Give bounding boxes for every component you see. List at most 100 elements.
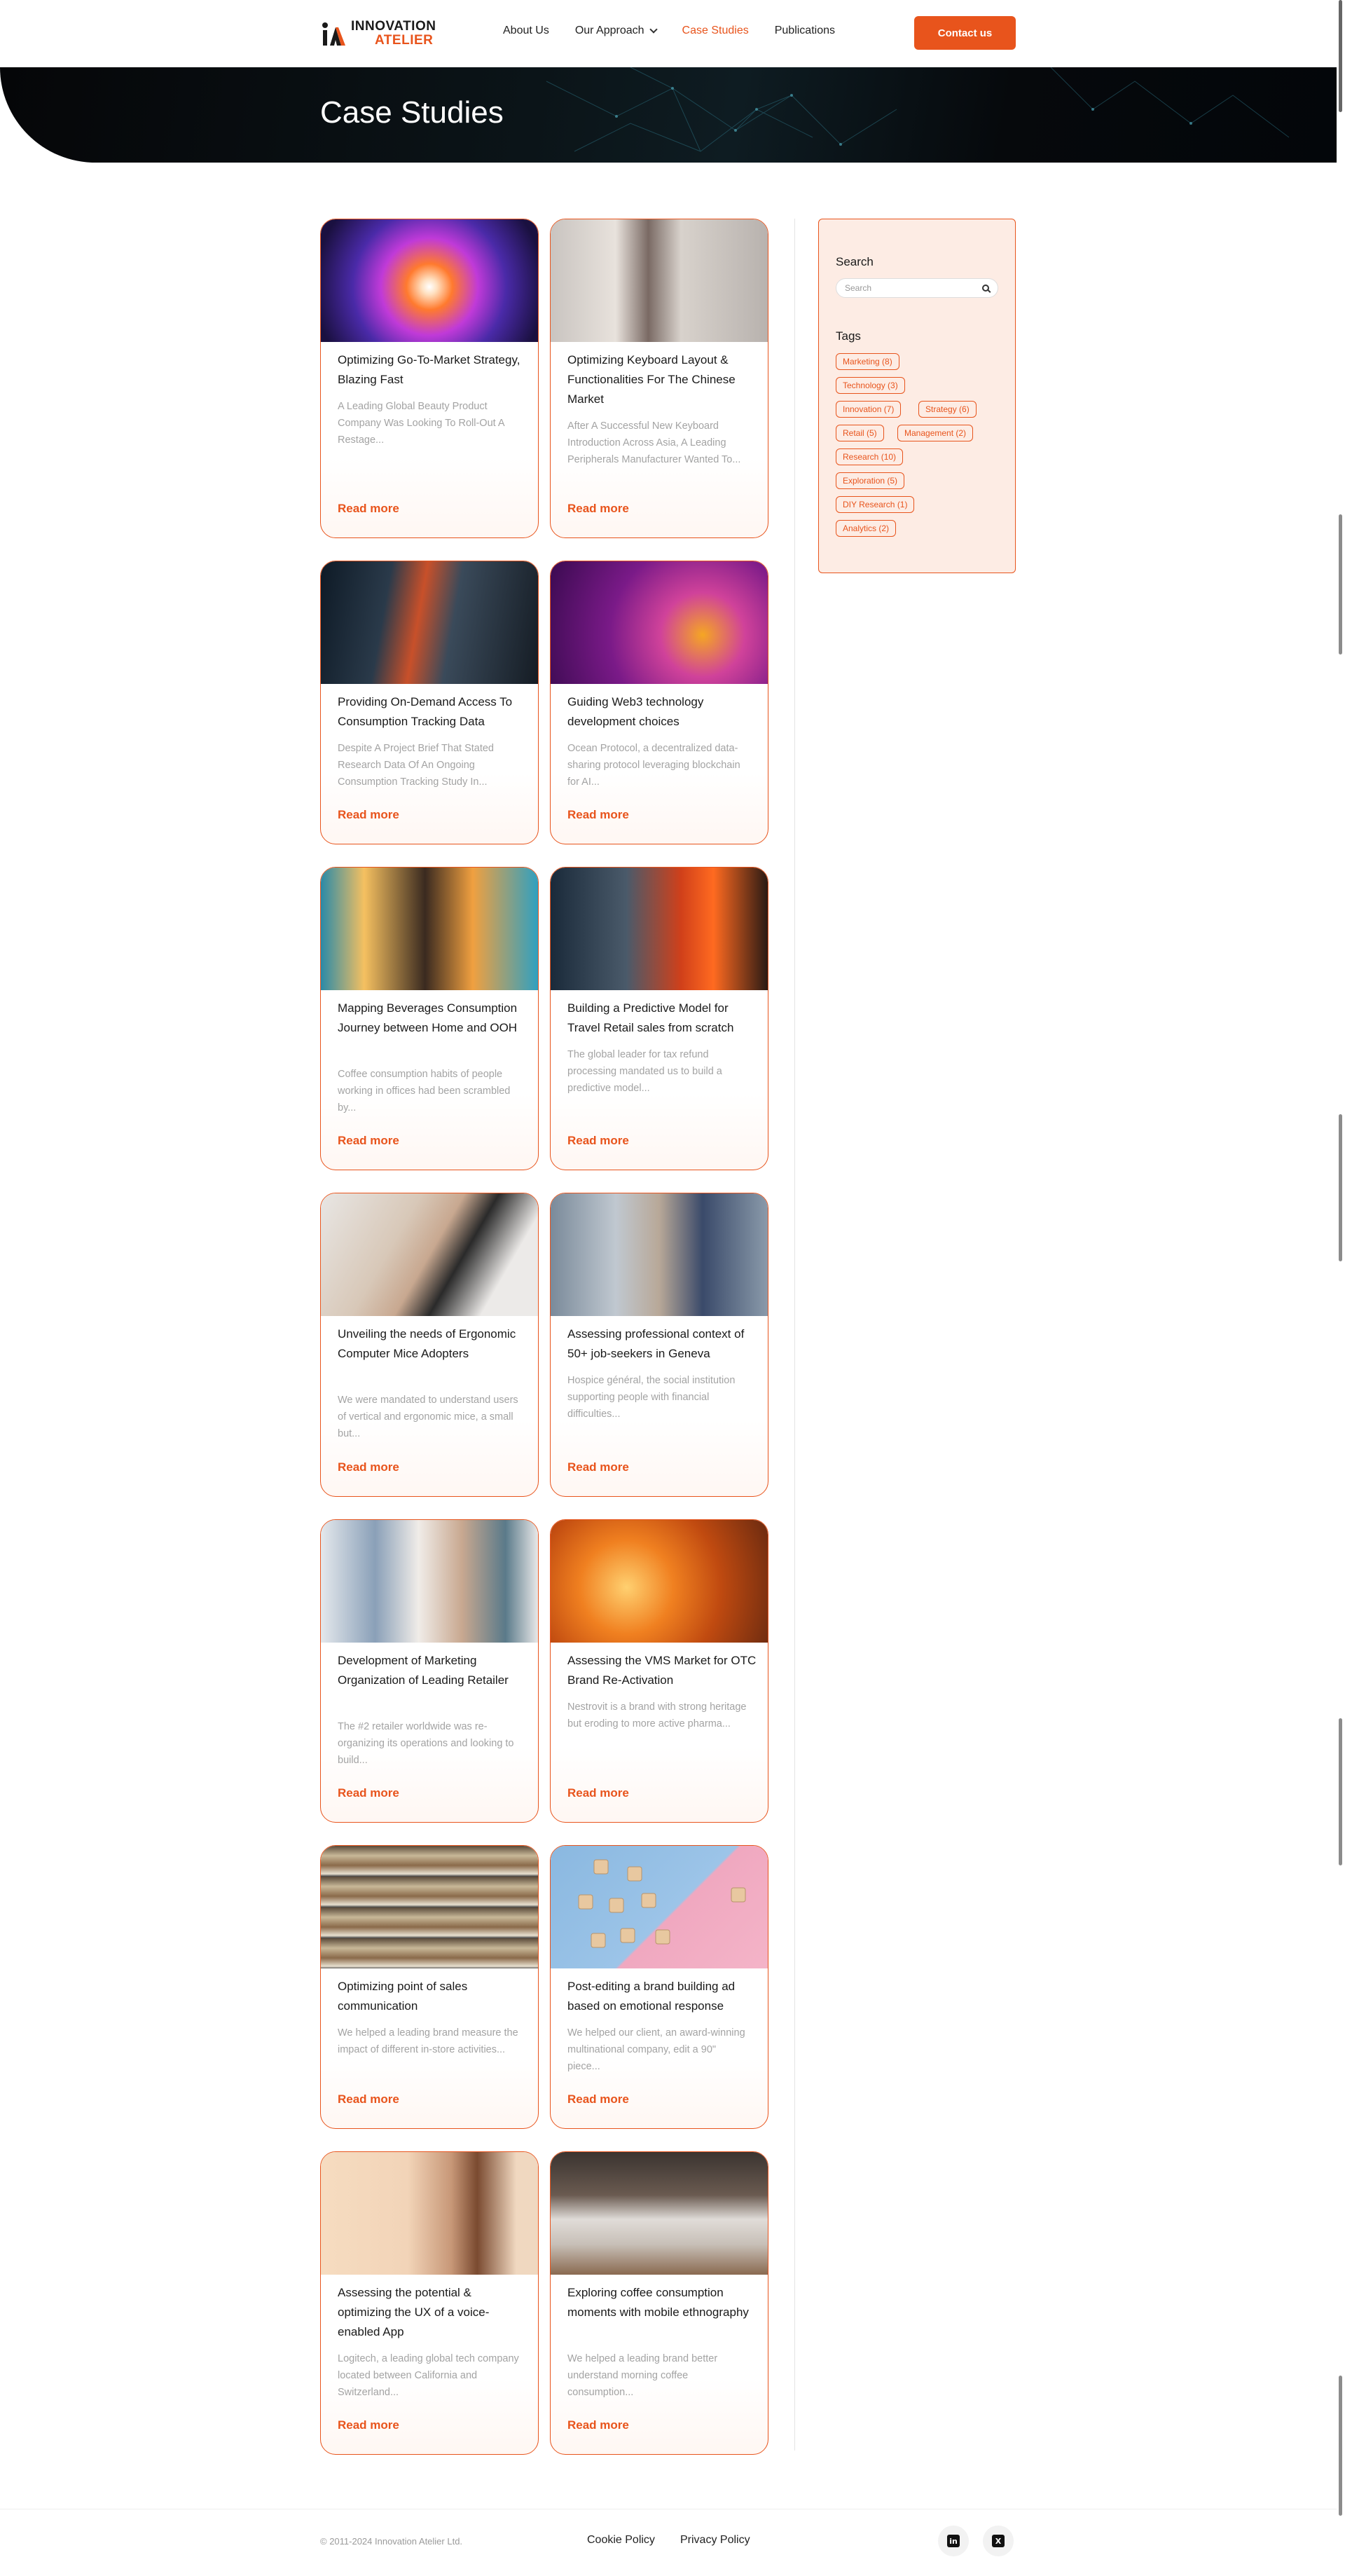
nav-our-approach[interactable]: Our Approach (575, 25, 658, 37)
card-description: We helped a leading brand better underst… (567, 2353, 718, 2398)
card-description: A Leading Global Beauty Product Company … (338, 401, 504, 446)
tag-research[interactable]: Research (10) (836, 448, 904, 465)
card-title[interactable]: Assessing the potential & optimizing the… (338, 2283, 527, 2342)
read-more-link[interactable]: Read more (567, 2092, 629, 2106)
nav-case-studies[interactable]: Case Studies (682, 25, 749, 37)
case-card-3[interactable]: Providing On-Demand Access To Consumptio… (320, 561, 539, 844)
tag-innovation[interactable]: Innovation (7) (836, 401, 902, 418)
card-image (321, 1193, 538, 1316)
linkedin-icon: in (947, 2535, 960, 2547)
scrollbar-thumb[interactable] (1339, 0, 1342, 112)
logo-line1: INNOVATION (351, 19, 436, 34)
nav-about-us[interactable]: About Us (503, 25, 549, 37)
read-more-link[interactable]: Read more (567, 1134, 629, 1148)
card-title[interactable]: Optimizing Keyboard Layout & Functionali… (567, 350, 757, 409)
case-card-11[interactable]: Optimizing point of sales communication … (320, 1845, 539, 2129)
card-image (321, 1846, 538, 1968)
scrollbar-marker (1339, 1114, 1342, 1261)
card-description: Logitech, a leading global tech company … (338, 2353, 519, 2398)
read-more-link[interactable]: Read more (338, 1134, 399, 1148)
card-title[interactable]: Providing On-Demand Access To Consumptio… (338, 692, 527, 732)
case-card-14[interactable]: Exploring coffee consumption moments wit… (550, 2151, 768, 2455)
x-button[interactable]: X (983, 2526, 1014, 2556)
case-card-4[interactable]: Guiding Web3 technology development choi… (550, 561, 768, 844)
page-scrollbar[interactable] (1337, 0, 1345, 2576)
read-more-link[interactable]: Read more (567, 2418, 629, 2432)
card-description: We were mandated to understand users of … (338, 1395, 518, 1439)
tag-retail[interactable]: Retail (5) (836, 425, 884, 441)
scrollbar-marker (1339, 514, 1342, 655)
case-card-7[interactable]: Unveiling the needs of Ergonomic Compute… (320, 1193, 539, 1497)
x-icon: X (992, 2535, 1005, 2547)
tag-analytics[interactable]: Analytics (2) (836, 520, 897, 537)
card-image (551, 1846, 768, 1968)
tags-heading: Tags (836, 329, 861, 343)
search-input[interactable]: Search (836, 278, 998, 298)
tag-marketing[interactable]: Marketing (8) (836, 353, 899, 370)
tag-diy-research[interactable]: DIY Research (1) (836, 496, 915, 513)
card-title[interactable]: Building a Predictive Model for Travel R… (567, 999, 757, 1038)
card-title[interactable]: Guiding Web3 technology development choi… (567, 692, 757, 732)
linkedin-button[interactable]: in (938, 2526, 969, 2556)
case-card-12[interactable]: Post-editing a brand building ad based o… (550, 1845, 768, 2129)
case-card-2[interactable]: Optimizing Keyboard Layout & Functionali… (550, 219, 768, 538)
read-more-link[interactable]: Read more (338, 502, 399, 516)
read-more-link[interactable]: Read more (338, 1460, 399, 1474)
emoji-blocks-graphic (578, 1859, 746, 1948)
card-title[interactable]: Optimizing Go-To-Market Strategy, Blazin… (338, 350, 527, 390)
tag-exploration[interactable]: Exploration (5) (836, 472, 905, 489)
read-more-link[interactable]: Read more (567, 808, 629, 822)
card-description: We helped a leading brand measure the im… (338, 2027, 518, 2055)
chevron-down-icon (649, 25, 658, 34)
case-card-9[interactable]: Development of Marketing Organization of… (320, 1519, 539, 1823)
logo-mark-icon (320, 20, 347, 47)
case-card-6[interactable]: Building a Predictive Model for Travel R… (550, 867, 768, 1170)
case-card-8[interactable]: Assessing professional context of 50+ jo… (550, 1193, 768, 1497)
card-title[interactable]: Assessing the VMS Market for OTC Brand R… (567, 1651, 757, 1690)
card-title[interactable]: Optimizing point of sales communication (338, 1977, 527, 2016)
page-title: Case Studies (320, 95, 504, 130)
card-image (551, 868, 768, 990)
case-card-1[interactable]: Optimizing Go-To-Market Strategy, Blazin… (320, 219, 539, 538)
tag-technology[interactable]: Technology (3) (836, 377, 905, 394)
read-more-link[interactable]: Read more (567, 1460, 629, 1474)
tag-strategy[interactable]: Strategy (6) (918, 401, 977, 418)
case-card-5[interactable]: Mapping Beverages Consumption Journey be… (320, 867, 539, 1170)
card-title[interactable]: Post-editing a brand building ad based o… (567, 1977, 757, 2016)
card-image (551, 1520, 768, 1643)
card-title[interactable]: Assessing professional context of 50+ jo… (567, 1324, 757, 1364)
card-description: Ocean Protocol, a decentralized data-sha… (567, 743, 740, 788)
read-more-link[interactable]: Read more (567, 1786, 629, 1800)
read-more-link[interactable]: Read more (567, 502, 629, 516)
privacy-policy-link[interactable]: Privacy Policy (680, 2534, 750, 2547)
read-more-link[interactable]: Read more (338, 2418, 399, 2432)
card-title[interactable]: Exploring coffee consumption moments wit… (567, 2283, 757, 2322)
card-description: After A Successful New Keyboard Introduc… (567, 420, 741, 465)
read-more-link[interactable]: Read more (338, 808, 399, 822)
card-title[interactable]: Unveiling the needs of Ergonomic Compute… (338, 1324, 527, 1364)
read-more-link[interactable]: Read more (338, 2092, 399, 2106)
search-icon[interactable] (982, 285, 989, 292)
cookie-policy-link[interactable]: Cookie Policy (587, 2534, 655, 2547)
card-title[interactable]: Mapping Beverages Consumption Journey be… (338, 999, 527, 1038)
brand-logo[interactable]: INNOVATION ATELIER (320, 20, 436, 48)
card-description: We helped our client, an award-winning m… (567, 2027, 745, 2072)
scrollbar-marker (1339, 1718, 1342, 1865)
read-more-link[interactable]: Read more (338, 1786, 399, 1800)
content-divider (794, 219, 795, 2451)
page-hero: Case Studies (0, 67, 1337, 163)
copyright-text: © 2011-2024 Innovation Atelier Ltd. (320, 2536, 463, 2547)
card-title[interactable]: Development of Marketing Organization of… (338, 1651, 527, 1690)
site-header: INNOVATION ATELIER About Us Our Approach… (0, 0, 1345, 67)
card-image (551, 2152, 768, 2275)
contact-us-button[interactable]: Contact us (914, 16, 1016, 50)
case-card-10[interactable]: Assessing the VMS Market for OTC Brand R… (550, 1519, 768, 1823)
search-placeholder: Search (845, 283, 872, 293)
tag-management[interactable]: Management (2) (897, 425, 974, 441)
main-nav: About Us Our Approach Case Studies Publi… (503, 25, 835, 37)
hero-network-graphic (546, 67, 1290, 152)
nav-publications[interactable]: Publications (775, 25, 835, 37)
case-card-13[interactable]: Assessing the potential & optimizing the… (320, 2151, 539, 2455)
card-image (321, 1520, 538, 1643)
card-image (551, 1193, 768, 1316)
